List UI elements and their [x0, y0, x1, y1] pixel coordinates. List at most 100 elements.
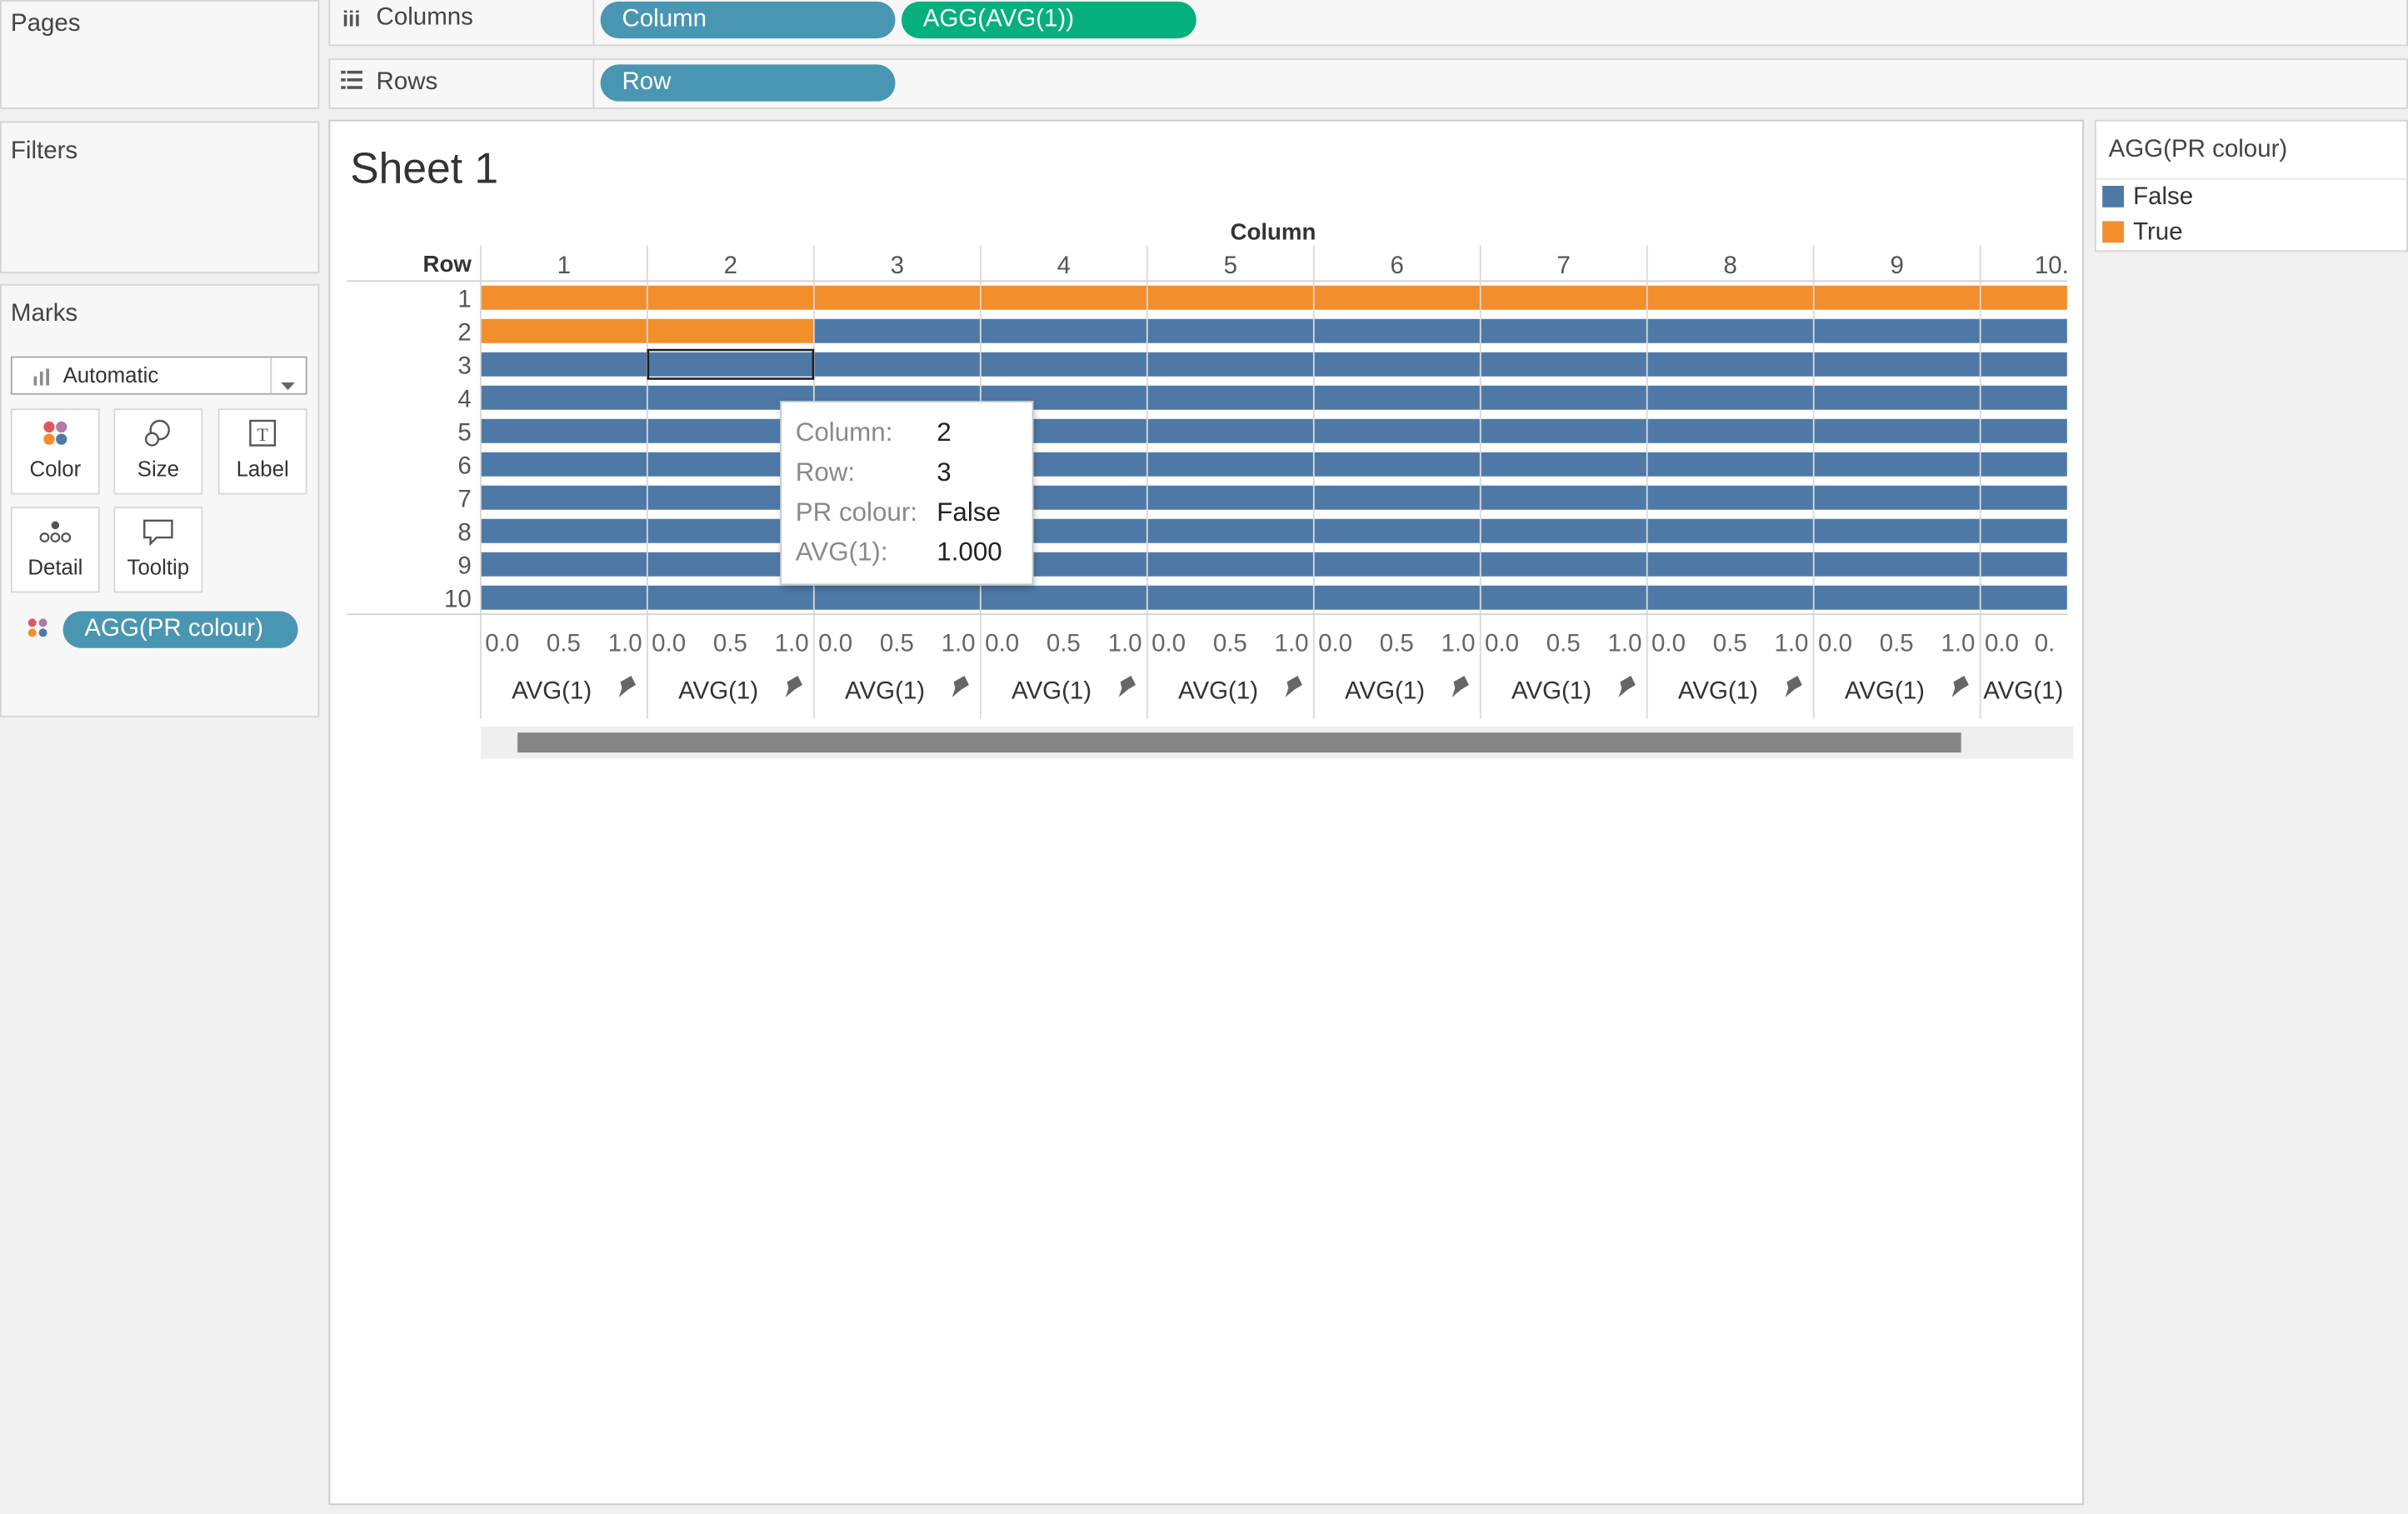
bar-row-2-col-6 — [1313, 318, 1481, 343]
axis-tick-label: 1.0 — [775, 629, 809, 657]
row-header-label: 7 — [457, 485, 471, 512]
bar-row-3-col-5 — [1147, 352, 1314, 377]
bar-row-2-col-10 — [1980, 318, 2067, 343]
row-header-label: 1 — [457, 285, 471, 312]
horizontal-scrollbar-track[interactable] — [480, 726, 2074, 759]
bar-row-10-col-9 — [1813, 585, 1981, 610]
bar-row-4-col-7 — [1480, 385, 1647, 410]
bar-row-4-col-1 — [480, 385, 647, 410]
axis-tick-label: 0.0 — [1651, 629, 1686, 657]
bar-row-1-col-2 — [647, 285, 814, 310]
axis-tick-label: 1.0 — [1108, 629, 1142, 657]
bar-row-4-col-8 — [1646, 385, 1814, 410]
axis-tick-label: 1.0 — [1941, 629, 1975, 657]
legend-item-false[interactable]: False — [2102, 184, 2193, 215]
legend-item-true[interactable]: True — [2102, 220, 2183, 251]
axis-tick-label: 0.5 — [1213, 629, 1247, 657]
bar-row-3-col-6 — [1313, 352, 1481, 377]
color-legend: AGG(PR colour) False True — [2094, 119, 2408, 252]
bar-row-2-col-1 — [480, 318, 647, 343]
bar-row-3-col-3 — [813, 352, 981, 377]
axis-tick-label: 0.0 — [652, 629, 686, 657]
axis-tick-label: 0.0 — [1485, 629, 1519, 657]
axis-tick-label: 1.0 — [1774, 629, 1808, 657]
bar-row-6-col-9 — [1813, 452, 1981, 477]
bar-row-6-col-8 — [1646, 452, 1814, 477]
bar-row-3-col-1 — [480, 352, 647, 377]
bar-row-7-col-7 — [1480, 485, 1647, 510]
bar-row-4-col-6 — [1313, 385, 1481, 410]
bar-row-9-col-8 — [1646, 552, 1814, 577]
pin-icon — [1951, 675, 1969, 697]
column-header-label: 2 — [724, 252, 737, 279]
row-header-label: 5 — [457, 418, 471, 446]
axis-tick-label: 0.5 — [547, 629, 581, 657]
column-header-label: 1 — [557, 252, 571, 279]
column-header-label: 5 — [1224, 252, 1237, 279]
bar-row-7-col-6 — [1313, 485, 1481, 510]
legend-label-false: False — [2133, 184, 2194, 211]
bar-row-8-col-5 — [1147, 518, 1314, 543]
legend-divider — [2096, 177, 2407, 180]
horizontal-scrollbar-thumb[interactable] — [517, 732, 1961, 753]
axis-tick-label: 0.5 — [713, 629, 747, 657]
legend-swatch-true — [2102, 221, 2125, 243]
axis-tick-label: 1.0 — [608, 629, 642, 657]
axis-tick-label: 0.5 — [1047, 629, 1081, 657]
bar-row-2-col-8 — [1646, 318, 1814, 343]
pin-icon — [618, 675, 637, 697]
bar-row-8-col-9 — [1813, 518, 1981, 543]
axis-tick-label: 0.5 — [880, 629, 914, 657]
column-header-label: 3 — [891, 252, 904, 279]
axis-tick-label: 0.0 — [818, 629, 852, 657]
axis-tick-label: 0. — [2035, 629, 2056, 657]
bar-row-2-col-3 — [813, 318, 981, 343]
column-header-label: 10. — [2035, 252, 2069, 279]
bar-row-3-col-4 — [980, 352, 1147, 377]
bar-row-8-col-8 — [1646, 518, 1814, 543]
axis-tick-label: 1.0 — [942, 629, 976, 657]
bar-row-4-col-10 — [1980, 385, 2067, 410]
bar-row-10-col-2 — [647, 585, 814, 610]
column-header-label: 8 — [1724, 252, 1737, 279]
axis-tick-label: 0.0 — [1818, 629, 1852, 657]
row-header-label: 4 — [457, 385, 471, 412]
row-header-label: 6 — [457, 452, 471, 479]
column-header-label: 7 — [1557, 252, 1571, 279]
bar-row-10-col-8 — [1646, 585, 1814, 610]
bar-row-6-col-7 — [1480, 452, 1647, 477]
bar-row-5-col-10 — [1980, 418, 2067, 443]
tooltip-value: 3 — [937, 457, 952, 487]
axis-tick-label: 0.5 — [1380, 629, 1414, 657]
bar-row-10-col-3 — [813, 585, 981, 610]
bar-row-6-col-1 — [480, 452, 647, 477]
axis-tick-label: 0.0 — [1985, 629, 2019, 657]
axis-tick-label: 0.5 — [1546, 629, 1581, 657]
pin-icon — [952, 675, 969, 697]
axis-tick-label: 0.0 — [1152, 629, 1186, 657]
bar-row-5-col-9 — [1813, 418, 1981, 443]
axis-title: AVG(1) — [1678, 677, 1758, 705]
bar-row-4-col-9 — [1813, 385, 1981, 410]
pin-icon — [1285, 675, 1302, 697]
bar-row-5-col-8 — [1646, 418, 1814, 443]
bar-row-10-col-5 — [1147, 585, 1314, 610]
bar-row-10-col-7 — [1480, 585, 1647, 610]
axis-title: AVG(1) — [512, 677, 592, 705]
bar-row-7-col-9 — [1813, 485, 1981, 510]
bar-row-9-col-7 — [1480, 552, 1647, 577]
bar-row-6-col-6 — [1313, 452, 1481, 477]
bar-row-3-col-2 — [647, 352, 814, 377]
legend-swatch-false — [2102, 186, 2125, 207]
bar-row-10-col-6 — [1313, 585, 1481, 610]
tooltip-value: 2 — [937, 417, 952, 447]
bar-row-1-col-3 — [813, 285, 981, 310]
bar-row-3-col-7 — [1480, 352, 1647, 377]
axis-title: AVG(1) — [1983, 677, 2063, 705]
bar-row-9-col-5 — [1147, 552, 1314, 577]
axis-tick-label: 0.5 — [1713, 629, 1747, 657]
bar-row-1-col-1 — [480, 285, 647, 310]
tooltip-value: False — [937, 497, 1001, 527]
column-header-label: 4 — [1057, 252, 1071, 279]
column-header-label: 6 — [1391, 252, 1404, 279]
